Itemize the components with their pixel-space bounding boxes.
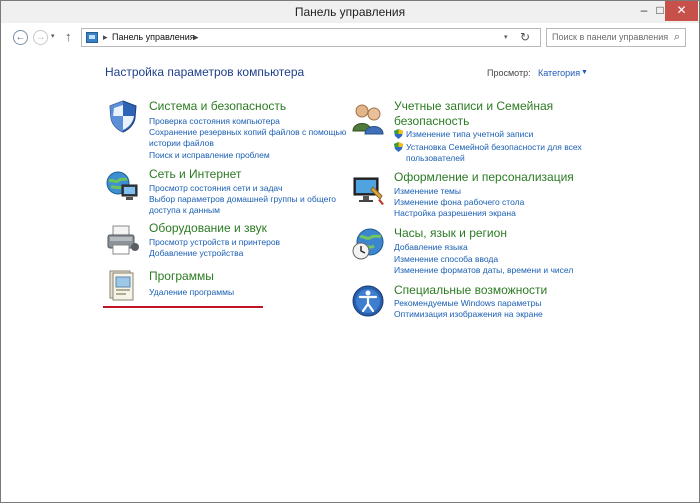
view-by-label: Просмотр: <box>487 68 531 78</box>
control-panel-window: Панель управления – □ ✕ ← → ▾ ↑ ▸ Панель… <box>0 0 700 503</box>
category-title-programs[interactable]: Программы <box>149 269 214 284</box>
link-add-language[interactable]: Добавление языка <box>394 242 468 254</box>
highlight-underline <box>103 306 263 308</box>
title-bar: Панель управления – □ ✕ <box>1 1 699 23</box>
shield-security-icon[interactable] <box>106 99 140 133</box>
category-title-ease-of-access[interactable]: Специальные возможности <box>394 283 547 298</box>
address-dropdown-icon[interactable]: ▾ <box>504 33 508 41</box>
category-title-system-security[interactable]: Система и безопасность <box>149 99 286 114</box>
accessibility-icon[interactable] <box>351 284 385 318</box>
up-button[interactable]: ↑ <box>65 29 72 44</box>
close-button[interactable]: ✕ <box>665 1 698 21</box>
link-family-safety-cont[interactable]: пользователей <box>406 153 465 165</box>
link-optimize-display[interactable]: Оптимизация изображения на экране <box>394 309 543 321</box>
clock-globe-icon[interactable] <box>351 227 385 261</box>
link-backup-file-history[interactable]: Сохранение резервных копий файлов с помо… <box>149 127 346 139</box>
category-title-user-accounts[interactable]: Учетные записи и Семейная <box>394 99 553 114</box>
link-view-network-status[interactable]: Просмотр состояния сети и задач <box>149 183 282 195</box>
search-placeholder: Поиск в панели управления <box>552 32 669 42</box>
link-change-theme[interactable]: Изменение темы <box>394 186 461 198</box>
category-title-clock-language[interactable]: Часы, язык и регион <box>394 226 507 241</box>
users-icon[interactable] <box>351 101 385 135</box>
page-title: Настройка параметров компьютера <box>105 65 305 79</box>
link-check-computer-status[interactable]: Проверка состояния компьютера <box>149 116 280 128</box>
refresh-icon[interactable]: ↻ <box>520 30 530 44</box>
category-title-appearance[interactable]: Оформление и персонализация <box>394 170 574 185</box>
search-box[interactable]: Поиск в панели управления ⌕ <box>546 28 686 47</box>
link-change-input-method[interactable]: Изменение способа ввода <box>394 254 498 266</box>
link-recommended-settings[interactable]: Рекомендуемые Windows параметры <box>394 298 541 310</box>
link-find-fix-problems[interactable]: Поиск и исправление проблем <box>149 150 270 162</box>
link-backup-file-history-cont[interactable]: истории файлов <box>149 138 214 150</box>
category-title-network[interactable]: Сеть и Интернет <box>149 167 241 182</box>
breadcrumb-separator-icon[interactable]: ▸ <box>194 32 199 43</box>
network-globe-icon[interactable] <box>105 169 139 203</box>
link-change-formats[interactable]: Изменение форматов даты, времени и чисел <box>394 265 573 277</box>
recent-locations-dropdown[interactable]: ▾ <box>51 32 55 40</box>
view-by-arrow-icon[interactable]: ▼ <box>581 69 588 76</box>
link-family-safety[interactable]: Установка Семейной безопасности для всех <box>406 142 582 154</box>
link-homegroup-sharing[interactable]: Выбор параметров домашней группы и общег… <box>149 194 336 206</box>
link-change-account-type[interactable]: Изменение типа учетной записи <box>406 129 533 141</box>
address-bar[interactable]: ▸ Панель управления ▸ ▾ ↻ <box>81 28 541 47</box>
control-panel-icon <box>86 32 98 43</box>
minimize-button[interactable]: – <box>634 1 654 21</box>
link-add-device[interactable]: Добавление устройства <box>149 248 243 260</box>
uac-shield-icon <box>394 142 403 152</box>
link-homegroup-sharing-cont[interactable]: доступа к данным <box>149 205 220 217</box>
programs-icon[interactable] <box>105 267 139 301</box>
category-title-hardware-sound[interactable]: Оборудование и звук <box>149 221 267 236</box>
forward-button[interactable]: → <box>33 30 48 45</box>
view-by-dropdown[interactable]: Категория <box>538 68 580 78</box>
printer-icon[interactable] <box>105 223 139 257</box>
link-screen-resolution[interactable]: Настройка разрешения экрана <box>394 208 516 220</box>
link-view-devices-printers[interactable]: Просмотр устройств и принтеров <box>149 237 280 249</box>
link-uninstall-program[interactable]: Удаление программы <box>149 287 234 299</box>
uac-shield-icon <box>394 129 403 139</box>
window-title: Панель управления <box>294 5 406 19</box>
breadcrumb-control-panel[interactable]: Панель управления <box>112 32 195 42</box>
breadcrumb-separator-icon[interactable]: ▸ <box>103 32 108 43</box>
appearance-icon[interactable] <box>351 173 385 207</box>
search-icon[interactable]: ⌕ <box>674 31 680 44</box>
category-title-user-accounts-cont[interactable]: безопасность <box>394 114 469 129</box>
navigation-bar: ← → ▾ ↑ ▸ Панель управления ▸ ▾ ↻ Поиск … <box>1 23 699 51</box>
back-button[interactable]: ← <box>13 30 28 45</box>
link-change-desktop-background[interactable]: Изменение фона рабочего стола <box>394 197 524 209</box>
